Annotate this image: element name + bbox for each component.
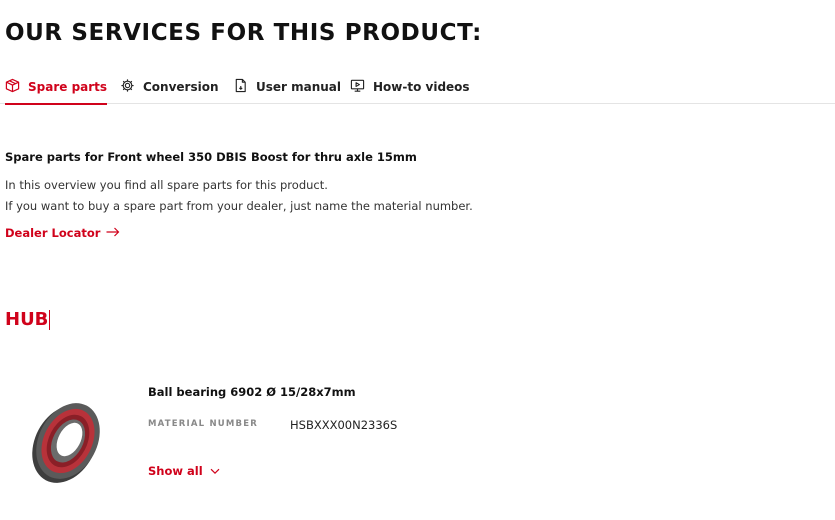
material-number-value: HSBXXX00N2336S bbox=[290, 418, 398, 432]
tab-spare-parts[interactable]: Spare parts bbox=[5, 70, 108, 105]
dealer-locator-label: Dealer Locator bbox=[5, 226, 101, 240]
intro-text: If you want to buy a spare part from you… bbox=[5, 199, 473, 213]
intro-text: In this overview you find all spare part… bbox=[5, 178, 328, 192]
tab-user-manual[interactable]: User manual bbox=[233, 70, 341, 104]
part-name: Ball bearing 6902 Ø 15/28x7mm bbox=[148, 385, 356, 399]
arrow-right-icon bbox=[106, 226, 120, 240]
chevron-down-icon bbox=[210, 464, 220, 478]
tab-label: Conversion bbox=[143, 80, 219, 94]
spare-parts-title: Spare parts for Front wheel 350 DBIS Boo… bbox=[5, 150, 417, 164]
tab-label: How-to videos bbox=[373, 80, 470, 94]
box-icon bbox=[5, 78, 20, 96]
tab-label: Spare parts bbox=[28, 80, 108, 94]
show-all-button[interactable]: Show all bbox=[148, 464, 220, 478]
text-cursor bbox=[49, 309, 51, 330]
material-number-label: MATERIAL NUMBER bbox=[148, 419, 258, 429]
show-all-label: Show all bbox=[148, 464, 203, 478]
tab-how-to-videos[interactable]: How-to videos bbox=[350, 70, 470, 104]
section-title: HUB bbox=[5, 309, 51, 330]
document-icon bbox=[233, 78, 248, 96]
monitor-icon bbox=[350, 78, 365, 96]
service-tabs: Spare parts Conversion User manual How-t… bbox=[0, 70, 835, 105]
dealer-locator-link[interactable]: Dealer Locator bbox=[5, 226, 120, 240]
gear-icon bbox=[120, 78, 135, 96]
page: OUR SERVICES FOR THIS PRODUCT: Spare par… bbox=[0, 0, 835, 520]
ball-bearing-image bbox=[25, 398, 105, 486]
section-title-text: HUB bbox=[5, 309, 49, 330]
page-heading: OUR SERVICES FOR THIS PRODUCT: bbox=[5, 20, 482, 46]
tab-label: User manual bbox=[256, 80, 342, 94]
tab-conversion[interactable]: Conversion bbox=[120, 70, 219, 104]
